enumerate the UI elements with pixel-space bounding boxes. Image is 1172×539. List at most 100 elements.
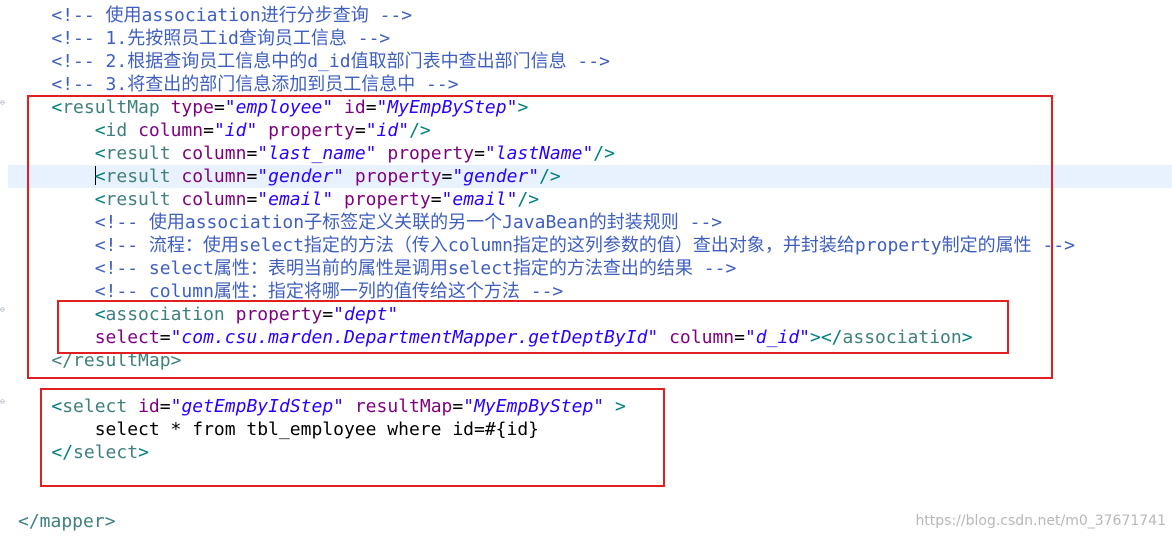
tag-open-bracket: <	[94, 189, 106, 210]
attribute-value: "gender"	[257, 166, 344, 187]
equals-sign: =	[246, 143, 258, 164]
xml-comment: <!-- 1.先按照员工id查询员工信息 -->	[51, 28, 391, 49]
attribute-value: "last_name"	[257, 143, 377, 164]
equals-sign: =	[246, 166, 258, 187]
attribute-name: column	[138, 120, 204, 141]
attribute-name: column	[181, 143, 247, 164]
code-line-current[interactable]: <result column="gender" property="gender…	[8, 165, 1172, 188]
xml-comment: <!-- 使用association子标签定义关联的另一个JavaBean的封装…	[94, 212, 723, 233]
attribute-value: "lastName"	[484, 143, 594, 164]
tag-open-bracket: <	[94, 166, 106, 187]
code-editor[interactable]: ⊖ ⊖ ⊖ <!-- 使用association进行分步查询 --> <!-- …	[0, 0, 1172, 539]
equals-sign: =	[159, 327, 171, 348]
attribute-value: "MyEmpByStep"	[463, 396, 605, 417]
fold-marker-icon[interactable]: ⊖	[0, 99, 6, 107]
attribute-name: id	[344, 97, 366, 118]
equals-sign: =	[322, 304, 334, 325]
tag-close-bracket: ></	[810, 327, 843, 348]
attribute-name: resultMap	[354, 396, 453, 417]
attribute-name: column	[669, 327, 735, 348]
attribute-value: "id"	[365, 120, 410, 141]
attribute-value: "gender"	[452, 166, 540, 187]
attribute-value: "d_id"	[744, 327, 810, 348]
code-line[interactable]: <result column="email" property="email"/…	[8, 188, 1172, 211]
tag-name: association	[105, 304, 225, 325]
attribute-value: "email"	[257, 189, 334, 210]
code-line[interactable]: <!-- 3.将查出的部门信息添加到员工信息中 -->	[8, 73, 1172, 96]
tag-name: result	[105, 189, 171, 210]
code-line[interactable]: <!-- 使用association进行分步查询 -->	[8, 4, 1172, 27]
attribute-name: type	[170, 97, 214, 118]
attribute-name: column	[181, 166, 247, 187]
closing-tag: </mapper>	[18, 511, 116, 532]
code-line[interactable]: <select id="getEmpByIdStep" resultMap="M…	[8, 395, 1172, 418]
attribute-name: property	[235, 304, 323, 325]
tag-name: result	[105, 143, 171, 164]
attribute-value: "id"	[213, 120, 258, 141]
code-line[interactable]: <!-- 1.先按照员工id查询员工信息 -->	[8, 27, 1172, 50]
xml-comment: <!-- select属性：表明当前的属性是调用select指定的方法查出的结果…	[94, 258, 737, 279]
tag-open-bracket: <	[94, 143, 106, 164]
watermark: https://blog.csdn.net/m0_37671741	[915, 513, 1166, 529]
code-line[interactable]: select="com.csu.marden.DepartmentMapper.…	[8, 326, 1172, 349]
code-line[interactable]: <result column="last_name" property="las…	[8, 142, 1172, 165]
equals-sign: =	[365, 97, 377, 118]
tag-name: resultMap	[62, 97, 160, 118]
equals-sign: =	[203, 120, 214, 141]
fold-marker-icon[interactable]: ⊖	[0, 398, 6, 406]
equals-sign: =	[474, 143, 485, 164]
equals-sign: =	[734, 327, 745, 348]
code-line[interactable]: <association property="dept"	[8, 303, 1172, 326]
tag-open-bracket: <	[51, 97, 63, 118]
code-line[interactable]: select * from tbl_employee where id=#{id…	[8, 418, 1172, 441]
tag-name: association	[842, 327, 962, 348]
code-line[interactable]: <!-- 流程：使用select指定的方法（传入column指定的这列参数的值）…	[8, 234, 1172, 257]
tag-name: select	[62, 396, 128, 417]
sql-statement: select * from tbl_employee where id=#{id…	[94, 419, 540, 440]
tag-self-close: />	[539, 166, 561, 187]
attribute-value: "com.csu.marden.DepartmentMapper.getDept…	[170, 327, 659, 348]
attribute-value: "dept"	[333, 304, 399, 325]
attribute-name: property	[268, 120, 355, 141]
attribute-name: column	[181, 189, 247, 210]
tag-open-bracket: <	[51, 396, 63, 417]
equals-sign: =	[213, 97, 225, 118]
tag-name: id	[105, 120, 128, 141]
tag-close-bracket: >	[517, 97, 529, 118]
code-line[interactable]: <id column="id" property="id"/>	[8, 119, 1172, 142]
code-line[interactable]: </select>	[8, 441, 1172, 464]
code-line[interactable]: <!-- 使用association子标签定义关联的另一个JavaBean的封装…	[8, 211, 1172, 234]
attribute-name: property	[354, 166, 442, 187]
code-line[interactable]: <resultMap type="employee" id="MyEmpBySt…	[8, 96, 1172, 119]
equals-sign: =	[246, 189, 258, 210]
xml-comment: <!-- 流程：使用select指定的方法（传入column指定的这列参数的值）…	[94, 235, 1075, 256]
tag-open-bracket: <	[94, 120, 106, 141]
tag-self-close: />	[409, 120, 431, 141]
editor-gutter: ⊖ ⊖ ⊖	[0, 0, 8, 539]
attribute-name: id	[138, 396, 160, 417]
xml-comment: <!-- column属性：指定将哪一列的值传给这个方法 -->	[94, 281, 564, 302]
tag-self-close: />	[517, 189, 540, 210]
attribute-value: "getEmpByIdStep"	[170, 396, 344, 417]
tag-close-bracket: >	[961, 327, 973, 348]
code-line[interactable]: <!-- 2.根据查询员工信息中的d_id值取部门表中查出部门信息 -->	[8, 50, 1172, 73]
attribute-value: "employee"	[224, 97, 334, 118]
code-line[interactable]: <!-- column属性：指定将哪一列的值传给这个方法 -->	[8, 280, 1172, 303]
tag-name: result	[105, 166, 171, 187]
xml-comment: <!-- 3.将查出的部门信息添加到员工信息中 -->	[51, 74, 459, 95]
tag-open-bracket: </	[51, 442, 74, 463]
fold-marker-icon[interactable]: ⊖	[0, 306, 6, 314]
attribute-value: "MyEmpByStep"	[376, 97, 518, 118]
tag-close-bracket: >	[614, 396, 626, 417]
code-line[interactable]: </resultMap>	[8, 349, 1172, 372]
closing-tag: </resultMap>	[51, 350, 182, 371]
equals-sign: =	[452, 396, 464, 417]
attribute-name: select	[94, 327, 160, 348]
equals-sign: =	[430, 189, 442, 210]
xml-comment: <!-- 使用association进行分步查询 -->	[51, 5, 413, 26]
code-line[interactable]: <!-- select属性：表明当前的属性是调用select指定的方法查出的结果…	[8, 257, 1172, 280]
equals-sign: =	[354, 120, 366, 141]
tag-name: select	[73, 442, 139, 463]
attribute-value: "email"	[441, 189, 518, 210]
tag-self-close: />	[593, 143, 615, 164]
